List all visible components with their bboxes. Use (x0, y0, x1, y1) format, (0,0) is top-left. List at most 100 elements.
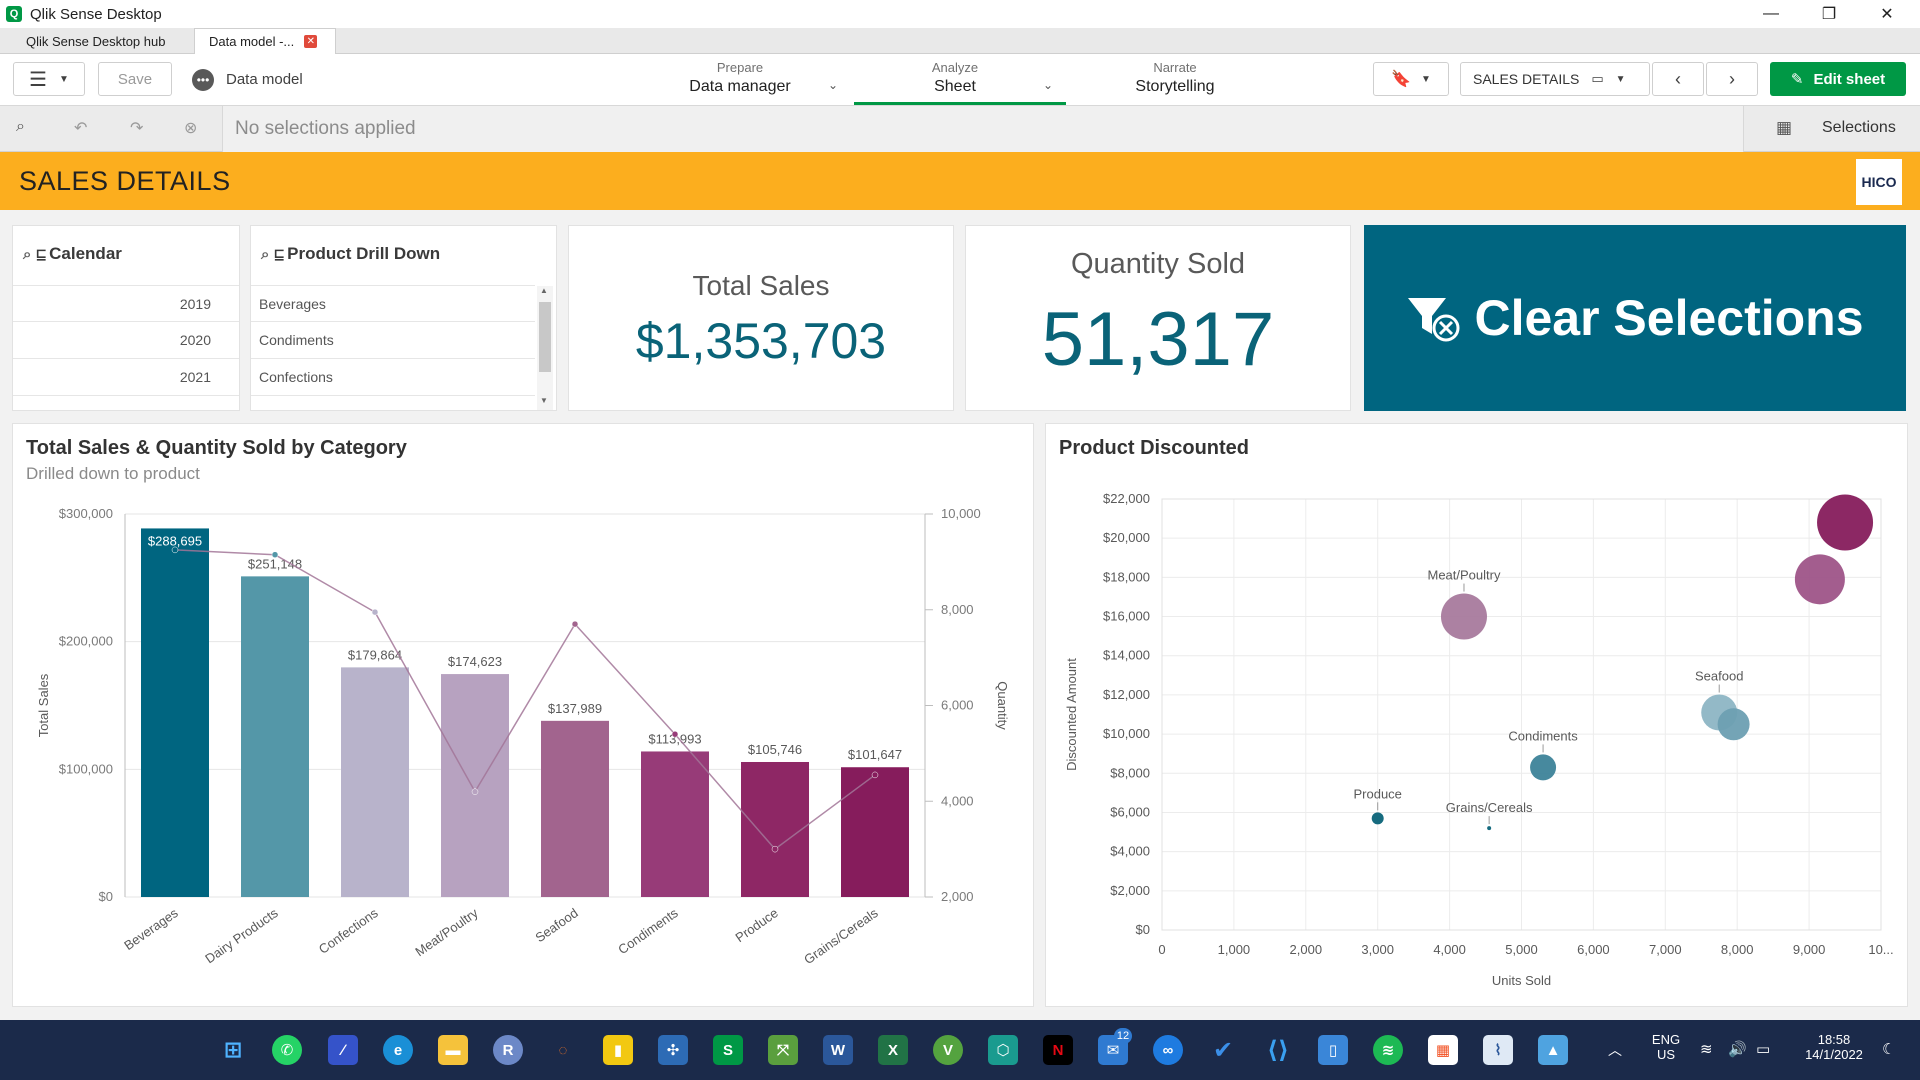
selections-tool-label[interactable]: Selections (1822, 119, 1896, 137)
close-tab-icon[interactable]: ✕ (304, 35, 318, 48)
calendar-filter[interactable]: ⌕ ⊑ Calendar 2019 2020 2021 (12, 225, 240, 411)
scatter-bubble (1794, 554, 1845, 605)
r-icon[interactable]: R (493, 1035, 523, 1065)
active-nav-underline (854, 102, 1066, 105)
selections-grid-icon[interactable]: ▦ (1776, 118, 1792, 138)
bookmark-icon: 🔖 (1391, 71, 1411, 88)
x-tick-label: Confections (316, 905, 381, 957)
list-item[interactable]: Confections (251, 359, 535, 396)
chevron-down-icon: ▼ (1421, 73, 1431, 85)
search-icon[interactable]: ⌕ (261, 246, 269, 263)
file-explorer-icon[interactable]: ▬ (438, 1035, 468, 1065)
app-options-icon[interactable]: ••• (192, 69, 214, 91)
list-item[interactable]: 2021 (13, 359, 239, 396)
quantity-point (671, 730, 679, 738)
store-icon[interactable]: ▦ (1428, 1035, 1458, 1065)
spotify-icon[interactable]: ≋ (1373, 1035, 1403, 1065)
start-icon[interactable]: ⊞ (218, 1035, 248, 1065)
x-tick-label: 3,000 (1361, 942, 1394, 957)
next-sheet-button[interactable]: › (1706, 62, 1758, 96)
app-name: Data model (226, 71, 303, 88)
todo-icon[interactable]: ✔ (1208, 1035, 1238, 1065)
global-menu-button[interactable]: ☰ ▼ (13, 62, 85, 96)
clear-all-icon[interactable]: ⊗ (184, 118, 197, 138)
battery-icon[interactable]: ▭ (1756, 1040, 1770, 1058)
tableau-icon[interactable]: ✣ (658, 1035, 688, 1065)
app-icon-teal[interactable]: ⬡ (988, 1035, 1018, 1065)
sheet-selector[interactable]: SALES DETAILS ▭ ▼ (1460, 62, 1650, 96)
volume-icon[interactable]: 🔊 (1728, 1040, 1747, 1058)
app-icon-green[interactable]: ⤧ (768, 1035, 798, 1065)
quantity-point (871, 771, 879, 779)
vscode-icon[interactable]: ⟨⟩ (1263, 1035, 1293, 1065)
notifications-icon[interactable]: ☾ (1882, 1040, 1895, 1058)
chevron-down-icon: ▼ (59, 73, 69, 85)
step-back-icon[interactable]: ↶ (74, 118, 87, 138)
product-drilldown-filter[interactable]: ⌕ ⊑ Product Drill Down Beverages Condime… (250, 225, 557, 411)
nav-prepare[interactable]: Prepare Data manager (680, 60, 800, 96)
product-filter-title: Product Drill Down (287, 244, 441, 263)
bar (441, 674, 509, 897)
sheet-list-icon: ▭ (1591, 71, 1604, 86)
powerbi-icon[interactable]: ▮ (603, 1035, 633, 1065)
smart-search-icon[interactable]: ⌕ (16, 118, 25, 136)
scrollbar-thumb[interactable] (539, 302, 551, 372)
restore-button[interactable]: ❐ (1800, 0, 1858, 28)
analyze-chevron-icon[interactable]: ⌄ (1043, 78, 1053, 92)
jupyter-icon[interactable]: ◌ (548, 1035, 578, 1065)
previous-sheet-button[interactable]: ‹ (1652, 62, 1704, 96)
scatter-bubble (1530, 754, 1557, 781)
bookmarks-button[interactable]: 🔖 ▼ (1373, 62, 1449, 96)
no-selections-text: No selections applied (222, 106, 1744, 152)
nav-analyze[interactable]: Analyze Sheet (900, 60, 1010, 96)
list-scrollbar[interactable]: ▲ ▼ (537, 286, 553, 410)
chevron-left-icon: ‹ (1675, 68, 1681, 89)
chevron-down-icon: ▼ (1615, 73, 1626, 85)
list-item[interactable]: 2019 (13, 285, 239, 322)
window-title: Qlik Sense Desktop (30, 5, 162, 23)
clear-selections-label: Clear Selections (1474, 290, 1864, 346)
app-icon-swirl[interactable]: ∞ (1153, 1035, 1183, 1065)
word-icon[interactable]: W (823, 1035, 853, 1065)
selections-bar: ⌕ ↶ ↷ ⊗ No selections applied ▦ Selectio… (0, 106, 1920, 152)
netflix-icon[interactable]: N (1043, 1035, 1073, 1065)
qlik-sense-icon[interactable]: S (713, 1035, 743, 1065)
step-forward-icon[interactable]: ↷ (130, 118, 143, 138)
clock[interactable]: 18:58 14/1/2022 (1796, 1032, 1872, 1062)
photos-icon[interactable]: ▲ (1538, 1035, 1568, 1065)
monitor-icon[interactable]: ⌇ (1483, 1035, 1513, 1065)
list-item[interactable]: Condiments (251, 322, 535, 359)
clear-selections-button[interactable]: Clear Selections (1364, 225, 1906, 411)
close-window-button[interactable]: ✕ (1858, 0, 1916, 28)
list-item[interactable]: 2020 (13, 322, 239, 359)
x-axis-title: Units Sold (1492, 973, 1551, 988)
quantity-point (571, 620, 579, 628)
edit-sheet-button[interactable]: ✎ Edit sheet (1770, 62, 1906, 96)
notes-icon[interactable]: ▯ (1318, 1035, 1348, 1065)
x-tick-label: Condiments (615, 905, 681, 957)
x-tick-label: Dairy Products (202, 905, 281, 966)
save-button[interactable]: Save (98, 62, 172, 96)
tab-data-model[interactable]: Data model -... ✕ (194, 28, 336, 54)
nav-narrate[interactable]: Narrate Storytelling (1110, 60, 1240, 96)
qlikview-icon[interactable]: V (933, 1035, 963, 1065)
quantity-point (271, 551, 279, 558)
bar (141, 528, 209, 897)
language-indicator[interactable]: ENG US (1648, 1032, 1684, 1062)
whatsapp-icon[interactable]: ✆ (272, 1035, 302, 1065)
search-icon[interactable]: ⌕ (23, 246, 31, 263)
tab-hub[interactable]: Qlik Sense Desktop hub (12, 28, 182, 54)
excel-icon[interactable]: X (878, 1035, 908, 1065)
minimize-button[interactable]: — (1742, 0, 1800, 28)
x-tick-label: 2,000 (1290, 942, 1323, 957)
prepare-chevron-icon[interactable]: ⌄ (828, 78, 838, 92)
scroll-up-icon[interactable]: ▲ (540, 286, 548, 295)
wifi-icon[interactable]: ≋ (1700, 1040, 1713, 1058)
app-icon-blue[interactable]: ∕ (328, 1035, 358, 1065)
product-discounted-chart[interactable]: Product Discounted $0 $2,000 $4,000 $6,000 $… (1045, 423, 1908, 1007)
list-item[interactable]: Beverages (251, 285, 535, 322)
sales-quantity-chart[interactable]: Total Sales & Quantity Sold by Category … (12, 423, 1034, 1007)
edge-icon[interactable]: e (383, 1035, 413, 1065)
tray-chevron-up-icon[interactable]: ︿ (1608, 1040, 1622, 1060)
scroll-down-icon[interactable]: ▼ (540, 396, 548, 405)
